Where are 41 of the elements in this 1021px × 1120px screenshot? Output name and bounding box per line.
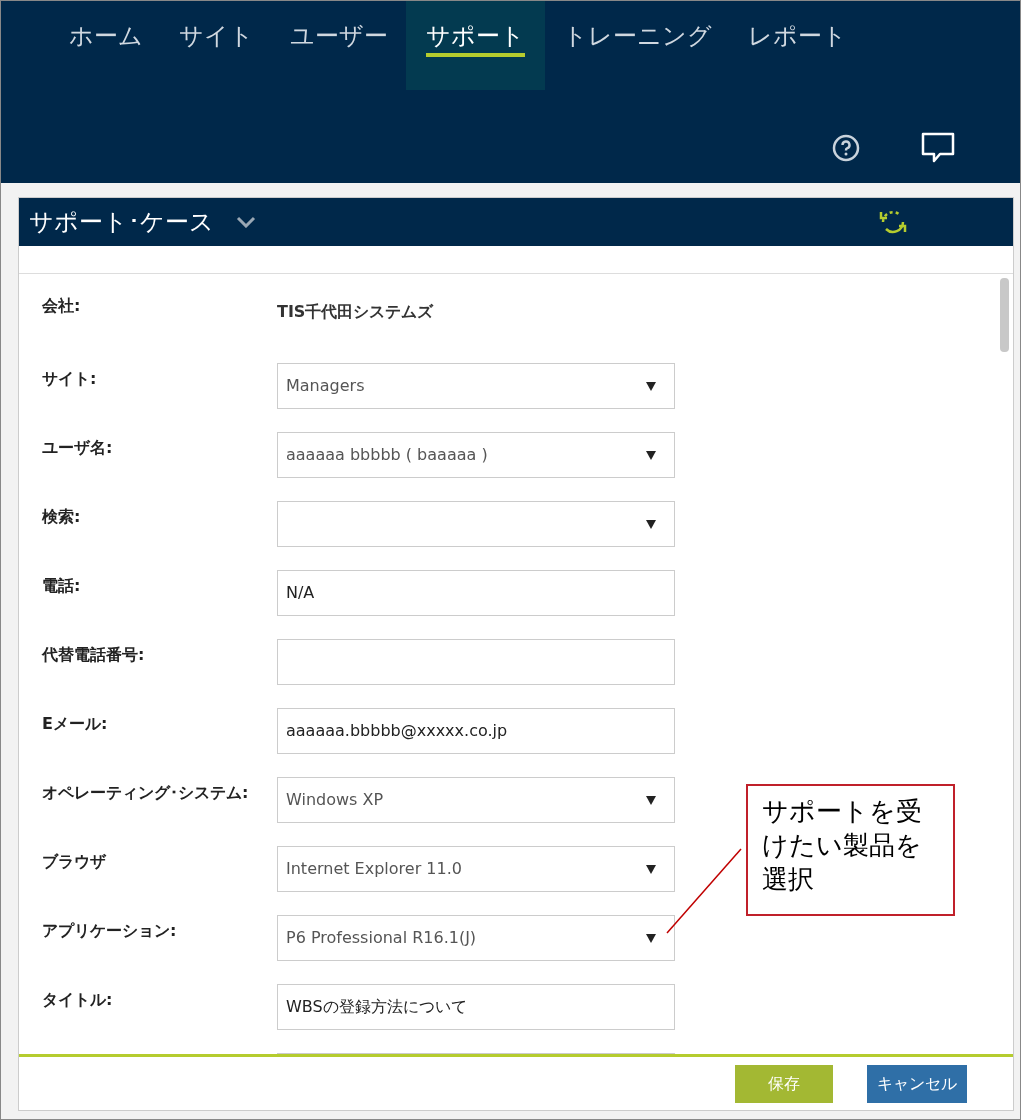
input-field[interactable]: WBSの登録方法について (277, 984, 675, 1030)
field-label: 代替電話番号: (42, 644, 146, 666)
dropdown-arrow-icon (646, 519, 656, 529)
callout-note: サポートを受けたい製品を選択 (746, 784, 955, 916)
dropdown-arrow-icon (646, 381, 656, 391)
dropdown-field[interactable]: Windows XP (277, 777, 675, 823)
dropdown-field[interactable]: P6 Professional R16.1(J) (277, 915, 675, 961)
cancel-button[interactable]: キャンセル (867, 1064, 967, 1103)
chevron-down-icon[interactable] (236, 216, 256, 228)
field-label: サイト: (42, 368, 98, 390)
field-label: Eメール: (42, 713, 109, 735)
dropdown-field[interactable] (277, 501, 675, 547)
dropdown-field[interactable]: Internet Explorer 11.0 (277, 846, 675, 892)
input-field[interactable]: N/A (277, 570, 675, 616)
dropdown-arrow-icon (646, 795, 656, 805)
field-label: 検索: (42, 506, 82, 528)
input-field[interactable]: aaaaaa.bbbbb@xxxxx.co.jp (277, 708, 675, 754)
field-label: 会社: (42, 295, 82, 317)
scrollbar[interactable] (1000, 278, 1009, 352)
dropdown-arrow-icon (646, 933, 656, 943)
nav-tab[interactable]: ホーム (51, 1, 161, 90)
field-label: オペレーティング･システム: (42, 782, 250, 804)
company-value: TIS千代田システムズ (277, 301, 434, 323)
chat-bubble-icon[interactable] (920, 131, 956, 165)
input-field[interactable] (277, 639, 675, 685)
field-label: ユーザ名: (42, 437, 114, 459)
dropdown-field[interactable]: aaaaaa bbbbb ( baaaaa ) (277, 432, 675, 478)
nav-tab[interactable]: レポート (730, 1, 865, 90)
dropdown-arrow-icon (646, 450, 656, 460)
dropdown-arrow-icon (646, 864, 656, 874)
field-label: 電話: (42, 575, 82, 597)
field-label: アプリケーション: (42, 920, 178, 942)
nav-tab[interactable]: サイト (161, 1, 272, 90)
field-label: ブラウザ (42, 851, 107, 873)
nav-tab[interactable]: サポート (406, 1, 545, 90)
nav-tab[interactable]: ユーザー (272, 1, 406, 90)
panel-title: サポート･ケース (29, 207, 214, 238)
nav-tab[interactable]: トレーニング (545, 1, 730, 90)
dropdown-field[interactable]: Managers (277, 363, 675, 409)
field-label: タイトル: (42, 989, 114, 1011)
help-icon[interactable] (832, 134, 860, 162)
